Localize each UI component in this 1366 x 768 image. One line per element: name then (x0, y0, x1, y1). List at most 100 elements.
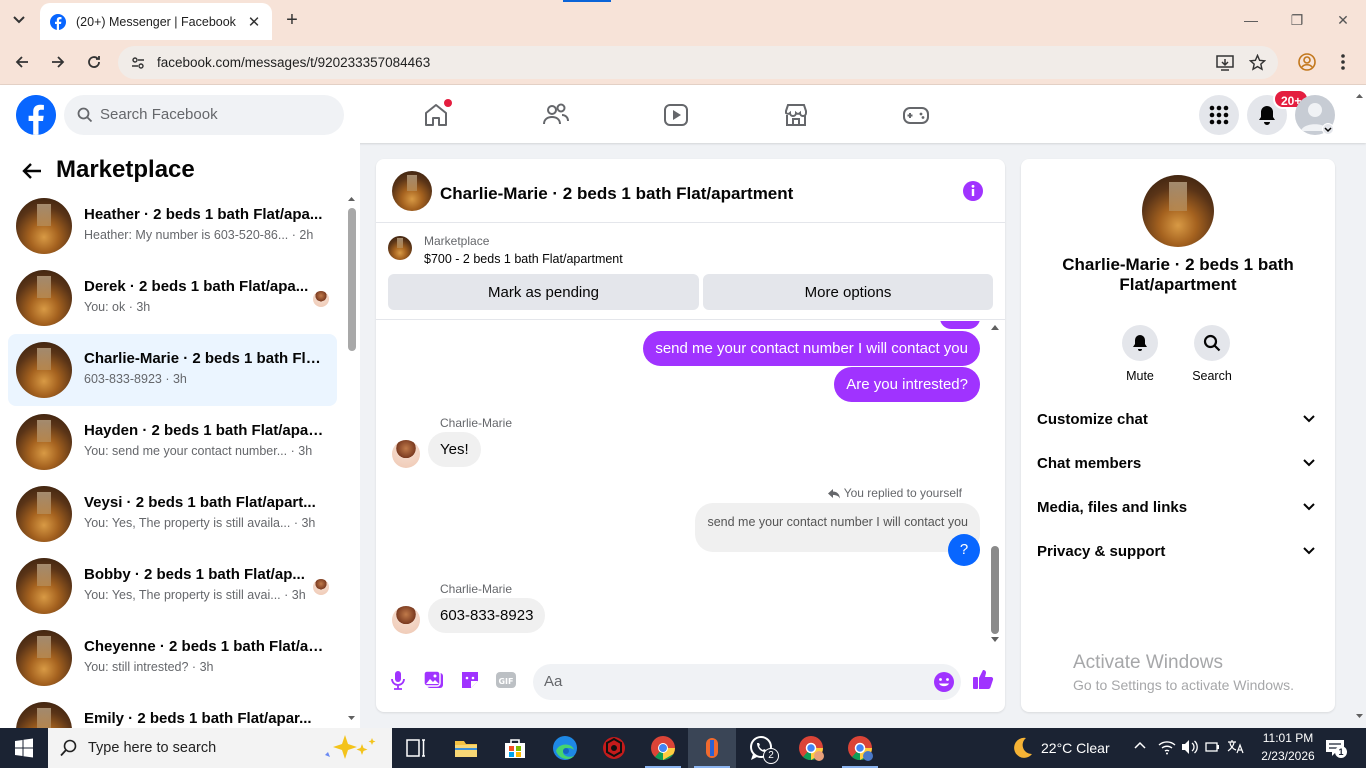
gaming-icon[interactable] (902, 101, 930, 129)
customize-chat-section[interactable]: Customize chat (1037, 411, 1319, 435)
conversation-item[interactable]: Cheyenne · 2 beds 1 bath Flat/ap... You:… (8, 622, 337, 694)
message-bubble-outgoing[interactable]: Are you intrested? (834, 367, 980, 402)
microsoft-store-icon[interactable] (501, 734, 529, 762)
chat-listing-photo[interactable] (392, 171, 432, 211)
search-icon[interactable] (1194, 325, 1230, 361)
site-settings-icon[interactable] (130, 55, 146, 71)
info-icon[interactable] (963, 181, 983, 201)
conversation-item[interactable]: Emily · 2 beds 1 bath Flat/apar... (8, 694, 337, 728)
conversation-item[interactable]: Hayden · 2 beds 1 bath Flat/apar... You:… (8, 406, 337, 478)
message-bubble-outgoing[interactable]: send me your contact number I will conta… (643, 331, 980, 366)
chat-title[interactable]: Charlie-Marie · 2 beds 1 bath Flat/apart… (440, 184, 793, 204)
message-input[interactable]: Aa (533, 664, 961, 700)
forward-icon[interactable] (46, 50, 70, 74)
app-icon (706, 738, 718, 758)
profile-listing-photo[interactable] (1142, 175, 1214, 247)
clock-date[interactable]: 2/23/2026 (1257, 749, 1319, 763)
conversation-item[interactable]: Heather · 2 beds 1 bath Flat/apa... Heat… (8, 190, 337, 262)
restore-window-icon[interactable]: ❐ (1274, 6, 1320, 34)
message-thread-scrollbar[interactable] (989, 321, 1001, 646)
profile-icon[interactable] (1298, 53, 1316, 71)
minimize-window-icon[interactable]: — (1228, 6, 1274, 34)
conversation-list-scrollbar[interactable] (347, 195, 356, 728)
emoji-icon[interactable] (933, 671, 955, 693)
panel-title: Marketplace (56, 156, 195, 183)
page-scrollbar[interactable] (1353, 85, 1366, 728)
back-arrow-icon[interactable] (22, 162, 42, 180)
gif-icon[interactable]: GIF (495, 669, 517, 691)
antivirus-app-icon[interactable] (600, 734, 628, 762)
input-language-icon[interactable] (1227, 739, 1245, 755)
message-bubble-outgoing[interactable]: ? (948, 534, 980, 566)
notification-center-icon[interactable]: 1 (1325, 739, 1347, 758)
search-action[interactable]: Search (1182, 325, 1242, 383)
listing-photo (16, 270, 72, 326)
conversation-item[interactable]: Veysi · 2 beds 1 bath Flat/apart... You:… (8, 478, 337, 550)
marketplace-icon[interactable] (782, 101, 810, 129)
mute-label: Mute (1126, 369, 1154, 383)
mark-as-pending-button[interactable]: Mark as pending (388, 274, 699, 310)
conversation-name: Emily · 2 beds 1 bath Flat/apar... (84, 710, 312, 727)
conversation-preview: You: still intrested? · 3h (84, 660, 214, 674)
facebook-header: Search Facebook 20+ (0, 85, 1366, 143)
install-app-icon[interactable] (1216, 54, 1234, 72)
omnibox[interactable]: facebook.com/messages/t/920233357084463 (118, 46, 1278, 79)
friends-icon[interactable] (542, 101, 570, 129)
close-window-icon[interactable]: ✕ (1320, 6, 1366, 34)
battery-icon[interactable] (1205, 739, 1221, 755)
new-tab-button[interactable]: + (280, 8, 304, 32)
facebook-search-input[interactable]: Search Facebook (64, 95, 344, 135)
network-icon[interactable] (1158, 739, 1176, 755)
thumbs-up-icon[interactable] (972, 668, 994, 690)
chat-members-section[interactable]: Chat members (1037, 455, 1319, 479)
sender-avatar[interactable] (392, 440, 420, 468)
back-icon[interactable] (10, 50, 34, 74)
facebook-logo-icon[interactable] (16, 95, 56, 135)
conversation-item-selected[interactable]: Charlie-Marie · 2 beds 1 bath Fla... 603… (8, 334, 337, 406)
weather-text[interactable]: 22°C Clear (1041, 740, 1110, 756)
media-files-links-section[interactable]: Media, files and links (1037, 499, 1319, 523)
clock-time[interactable]: 11:01 PM (1257, 731, 1319, 745)
taskbar-app-selected[interactable] (688, 728, 736, 768)
chrome-profile-icon[interactable] (846, 734, 874, 762)
facebook-favicon-icon (50, 13, 66, 30)
tab-search-dropdown-icon[interactable] (8, 10, 30, 30)
video-icon[interactable] (662, 101, 690, 129)
listing-price-title[interactable]: $700 - 2 beds 1 bath Flat/apartment (424, 252, 623, 266)
bell-icon[interactable] (1122, 325, 1158, 361)
taskbar-search-box[interactable]: Type here to search (48, 728, 392, 768)
message-bubble-incoming[interactable]: Yes! (428, 432, 481, 467)
close-tab-icon[interactable]: ✕ (246, 14, 262, 31)
message-bubble-incoming[interactable]: 603-833-8923 (428, 598, 546, 633)
conversation-item[interactable]: Derek · 2 beds 1 bath Flat/apa... You: o… (8, 262, 337, 334)
file-explorer-icon[interactable] (452, 734, 480, 762)
quoted-message[interactable]: send me your contact number I will conta… (695, 503, 980, 552)
task-view-icon[interactable] (402, 734, 430, 762)
volume-icon[interactable] (1181, 739, 1199, 755)
bookmark-star-icon[interactable] (1249, 54, 1266, 71)
sender-avatar[interactable] (392, 606, 420, 634)
conversation-preview: You: send me your contact number... · 3h (84, 444, 313, 458)
mute-action[interactable]: Mute (1110, 325, 1170, 383)
chrome-icon[interactable] (649, 734, 677, 762)
windows-start-icon[interactable] (10, 734, 38, 762)
conversation-item[interactable]: Bobby · 2 beds 1 bath Flat/ap... You: Ye… (8, 550, 337, 622)
menu-grid-button[interactable] (1199, 95, 1239, 135)
microphone-icon[interactable] (387, 669, 409, 691)
more-options-button[interactable]: More options (703, 274, 993, 310)
search-highlight-icon[interactable] (320, 732, 384, 764)
chrome-profile-icon[interactable] (797, 734, 825, 762)
whatsapp-icon[interactable]: 2 (747, 734, 779, 764)
browser-tab-active[interactable]: (20+) Messenger | Facebook ✕ (40, 3, 272, 40)
edge-browser-icon[interactable] (551, 734, 579, 762)
show-hidden-icons-chevron-icon[interactable] (1133, 738, 1147, 752)
weather-moon-icon[interactable] (1008, 734, 1036, 762)
message-bubble-outgoing[interactable] (940, 321, 980, 329)
listing-photo (16, 198, 72, 254)
account-chevron-icon[interactable] (1322, 123, 1334, 135)
reload-icon[interactable] (82, 50, 106, 74)
browser-menu-icon[interactable] (1340, 53, 1346, 71)
privacy-support-section[interactable]: Privacy & support (1037, 543, 1319, 567)
photo-icon[interactable] (423, 669, 445, 691)
sticker-icon[interactable] (459, 669, 481, 691)
